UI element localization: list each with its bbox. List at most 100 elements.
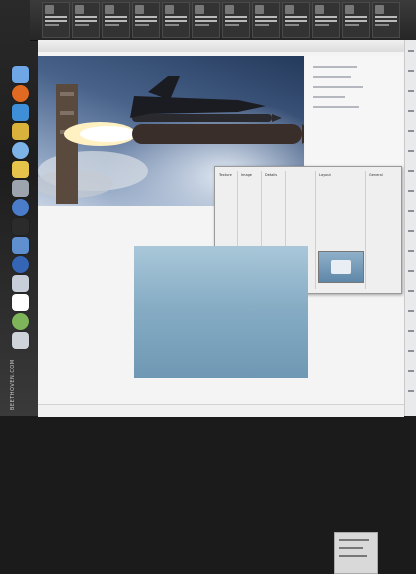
taskbar-item[interactable] <box>192 2 220 38</box>
taskbar-item[interactable] <box>162 2 190 38</box>
side-panel-line <box>313 66 357 68</box>
taskbar-item-line <box>135 20 157 22</box>
taskbar <box>30 0 416 41</box>
app2-icon[interactable] <box>11 275 29 292</box>
scrollbar-tick <box>408 370 414 372</box>
scrollbar-tick <box>408 210 414 212</box>
taskbar-item[interactable] <box>102 2 130 38</box>
safari-icon[interactable] <box>11 104 29 121</box>
taskbar-item[interactable] <box>342 2 370 38</box>
left-sidebar: BEETHOVEN.COM <box>0 0 40 416</box>
dialog-line <box>339 547 363 549</box>
taskbar-thumbnail <box>315 5 324 14</box>
globe-icon[interactable] <box>11 199 29 216</box>
chrome-icon[interactable] <box>11 123 29 140</box>
taskbar-item[interactable] <box>72 2 100 38</box>
taskbar-thumbnail <box>45 5 54 14</box>
dialog-line <box>339 539 369 541</box>
scrollbar-tick <box>408 390 414 392</box>
taskbar-item[interactable] <box>132 2 160 38</box>
taskbar-item[interactable] <box>312 2 340 38</box>
taskbar-item-line <box>255 16 277 18</box>
side-panel-line <box>313 106 359 108</box>
scrollbar-tick <box>408 170 414 172</box>
photos-icon[interactable] <box>11 161 29 178</box>
taskbar-thumbnail <box>345 5 354 14</box>
taskbar-item-line <box>225 24 239 26</box>
taskbar-thumbnail <box>135 5 144 14</box>
taskbar-item-line <box>105 16 127 18</box>
scrollbar-tick <box>408 150 414 152</box>
dock <box>6 66 34 366</box>
taskbar-item-line <box>105 24 119 26</box>
app-icon[interactable] <box>11 256 29 273</box>
taskbar-item-line <box>345 20 367 22</box>
scrollbar-tick <box>408 190 414 192</box>
taskbar-item-line <box>255 24 269 26</box>
thumbnail-content <box>331 260 351 274</box>
taskbar-item-line <box>225 16 247 18</box>
scrollbar-tick <box>408 290 414 292</box>
scrollbar-tick <box>408 90 414 92</box>
taskbar-item-line <box>75 24 89 26</box>
itunes-icon[interactable] <box>11 142 29 159</box>
taskbar-item-line <box>195 16 217 18</box>
taskbar-thumbnail <box>165 5 174 14</box>
taskbar-thumbnail <box>375 5 384 14</box>
taskbar-item-line <box>165 16 187 18</box>
mail-icon[interactable] <box>11 237 29 254</box>
image-thumbnail[interactable] <box>318 251 364 283</box>
taskbar-thumbnail <box>105 5 114 14</box>
app4-icon[interactable] <box>11 313 29 330</box>
finder-icon[interactable] <box>11 66 29 83</box>
settings-icon[interactable] <box>11 180 29 197</box>
side-panel-line <box>313 86 363 88</box>
status-bar <box>38 404 404 417</box>
taskbar-item-line <box>75 16 97 18</box>
taskbar-item-line <box>285 24 299 26</box>
scrollbar-tick <box>408 70 414 72</box>
taskbar-item[interactable] <box>222 2 250 38</box>
watermark-text: BEETHOVEN.COM <box>10 359 16 410</box>
taskbar-item[interactable] <box>252 2 280 38</box>
taskbar-item-line <box>315 20 337 22</box>
scrollbar-tick <box>408 250 414 252</box>
side-panel-line <box>313 96 345 98</box>
taskbar-thumbnail <box>75 5 84 14</box>
taskbar-thumbnail <box>225 5 234 14</box>
scrollbar-tick <box>408 310 414 312</box>
scrollbar-tick <box>408 270 414 272</box>
taskbar-item-line <box>375 24 389 26</box>
firefox-icon[interactable] <box>11 85 29 102</box>
taskbar-item[interactable] <box>372 2 400 38</box>
taskbar-item-line <box>135 16 157 18</box>
popup-dialog[interactable] <box>334 532 378 574</box>
water-photo[interactable] <box>134 246 378 574</box>
taskbar-item-line <box>375 16 397 18</box>
taskbar-thumbnail <box>255 5 264 14</box>
scrollbar-tick <box>408 330 414 332</box>
app3-icon[interactable] <box>11 294 29 311</box>
terminal-icon[interactable] <box>11 218 29 235</box>
right-scrollbar[interactable] <box>404 40 416 416</box>
taskbar-thumbnail <box>195 5 204 14</box>
taskbar-item-line <box>45 20 67 22</box>
taskbar-thumbnail <box>285 5 294 14</box>
scrollbar-tick <box>408 130 414 132</box>
panel-column-label: Details <box>265 173 278 177</box>
taskbar-item[interactable] <box>282 2 310 38</box>
taskbar-item-line <box>45 16 67 18</box>
panel-column <box>315 171 316 289</box>
taskbar-item-line <box>255 20 277 22</box>
taskbar-item-line <box>315 16 337 18</box>
side-panel-line <box>313 76 351 78</box>
panel-column-label: General <box>369 173 383 177</box>
scrollbar-tick <box>408 350 414 352</box>
taskbar-item-line <box>315 24 329 26</box>
taskbar-item-line <box>345 16 367 18</box>
dialog-line <box>339 555 367 557</box>
taskbar-item-line <box>135 24 149 26</box>
taskbar-item-line <box>105 20 127 22</box>
taskbar-item-line <box>45 24 59 26</box>
taskbar-item[interactable] <box>42 2 70 38</box>
